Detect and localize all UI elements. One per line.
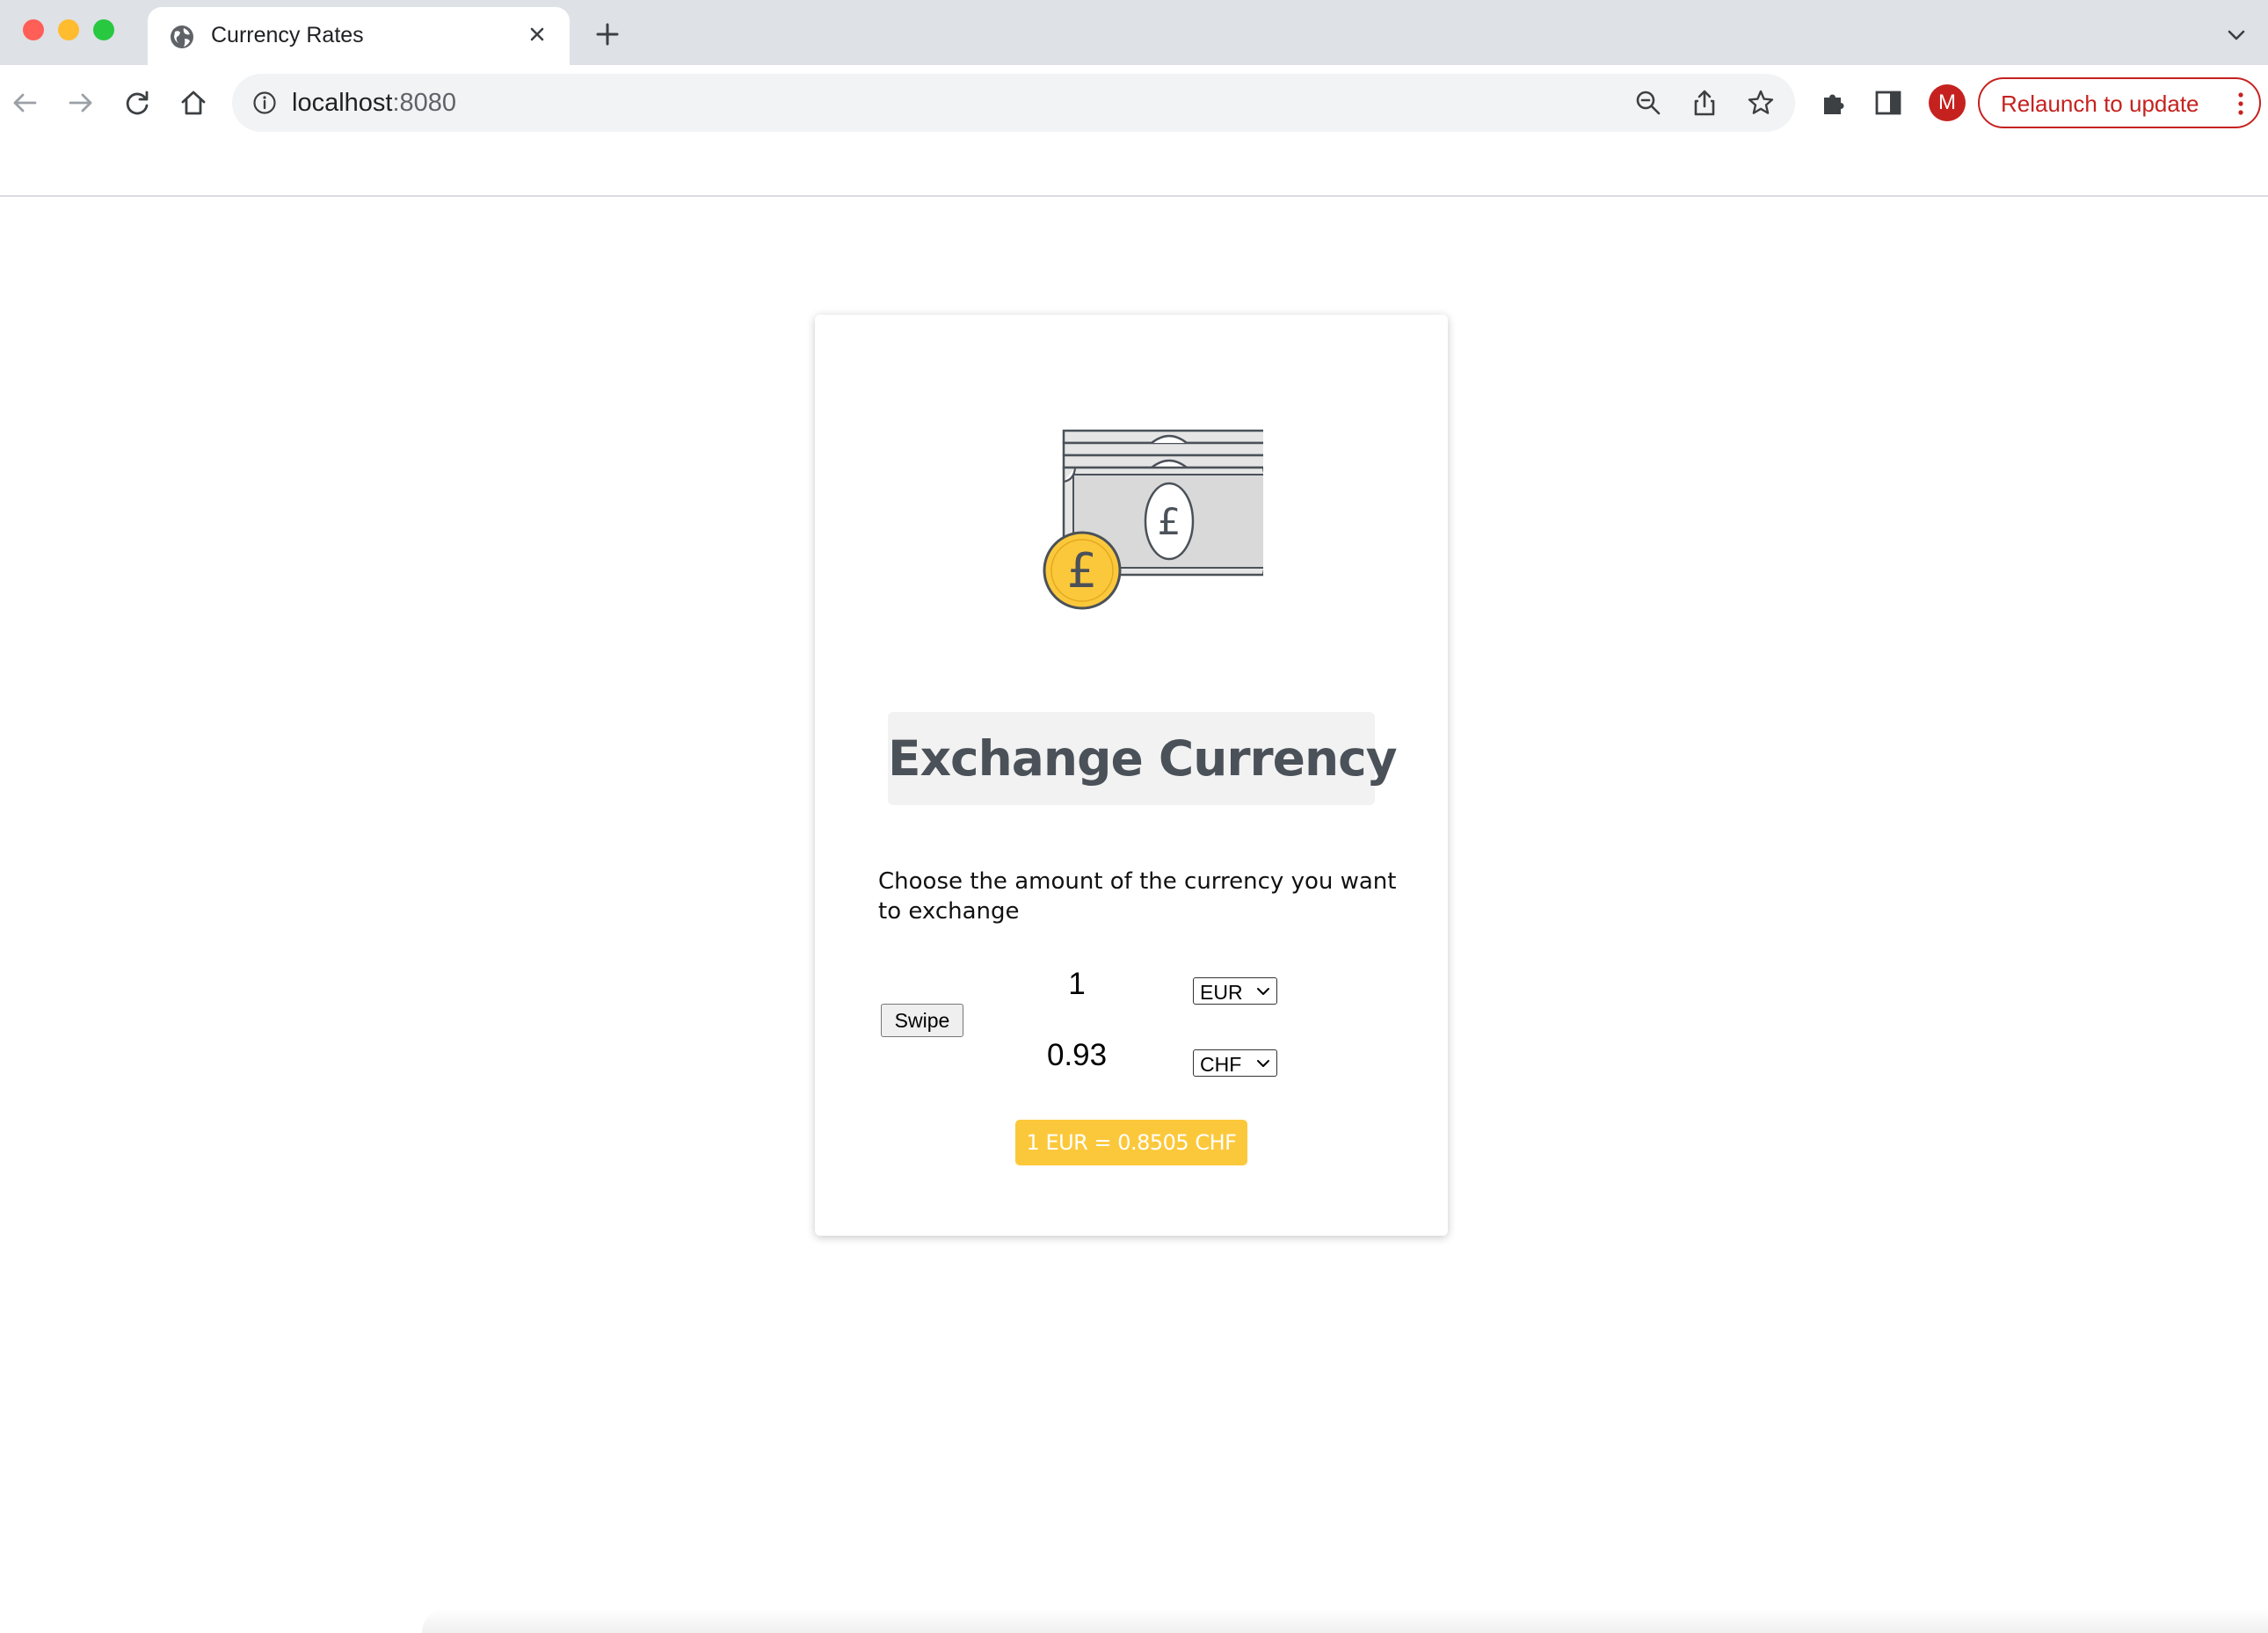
to-currency-select[interactable]: CHF	[1193, 1049, 1277, 1077]
minimize-window-button[interactable]	[58, 19, 79, 40]
tab-strip: Currency Rates	[0, 0, 2268, 65]
page-title: Exchange Currency	[888, 730, 1398, 787]
reload-icon[interactable]	[121, 87, 153, 119]
window-bottom-shadow	[422, 1608, 2268, 1633]
exchange-rate-text: 1 EUR = 0.8505 CHF	[1026, 1130, 1237, 1155]
extensions-puzzle-icon[interactable]	[1818, 87, 1850, 119]
back-arrow-icon[interactable]	[9, 87, 40, 119]
tab-currency-rates[interactable]: Currency Rates	[148, 7, 570, 65]
side-panel-icon[interactable]	[1872, 87, 1904, 119]
relaunch-to-update-button[interactable]: Relaunch to update	[1978, 77, 2261, 128]
exchange-rate-badge: 1 EUR = 0.8505 CHF	[1015, 1120, 1247, 1165]
address-bar[interactable]: localhost:8080	[232, 74, 1795, 132]
share-icon[interactable]	[1690, 88, 1719, 118]
new-tab-icon[interactable]	[592, 19, 622, 49]
url-text: localhost:8080	[292, 89, 456, 118]
maximize-window-button[interactable]	[93, 19, 114, 40]
pound-banknotes-and-coin-illustration: £ £	[1043, 429, 1263, 610]
svg-text:£: £	[1067, 543, 1097, 599]
url-host: localhost	[292, 89, 393, 117]
chevron-down-icon	[1257, 1060, 1269, 1067]
profile-avatar[interactable]: M	[1929, 84, 1966, 121]
forward-arrow-icon[interactable]	[65, 87, 97, 119]
svg-text:£: £	[1158, 500, 1181, 543]
to-amount-value[interactable]: 0.93	[1007, 1038, 1147, 1073]
content-divider	[0, 195, 2268, 197]
instruction-text: Choose the amount of the currency you wa…	[878, 868, 1397, 925]
close-tab-icon[interactable]	[524, 21, 550, 47]
to-currency-value: CHF	[1200, 1053, 1242, 1076]
site-info-icon[interactable]	[251, 90, 278, 116]
bookmark-star-icon[interactable]	[1746, 88, 1776, 118]
relaunch-label: Relaunch to update	[2001, 91, 2199, 117]
from-currency-value: EUR	[1200, 981, 1243, 1004]
from-currency-select[interactable]: EUR	[1193, 977, 1277, 1005]
chevron-down-icon[interactable]	[2224, 25, 2249, 46]
more-vertical-icon[interactable]	[2235, 90, 2247, 118]
swipe-button[interactable]: Swipe	[881, 1004, 963, 1037]
globe-icon	[171, 25, 193, 48]
chevron-down-icon	[1257, 988, 1269, 995]
url-port: :8080	[392, 89, 457, 117]
close-window-button[interactable]	[23, 19, 44, 40]
exchange-card: £ £ Exchange Currency Choose the amount …	[815, 315, 1448, 1236]
zoom-out-icon[interactable]	[1633, 88, 1663, 118]
heading-box: Exchange Currency	[888, 712, 1398, 805]
tab-title: Currency Rates	[211, 23, 364, 47]
browser-toolbar: localhost:8080 M Relaunch to update	[0, 65, 2268, 141]
home-icon[interactable]	[178, 87, 209, 119]
from-amount-input[interactable]: 1	[1007, 967, 1147, 1002]
